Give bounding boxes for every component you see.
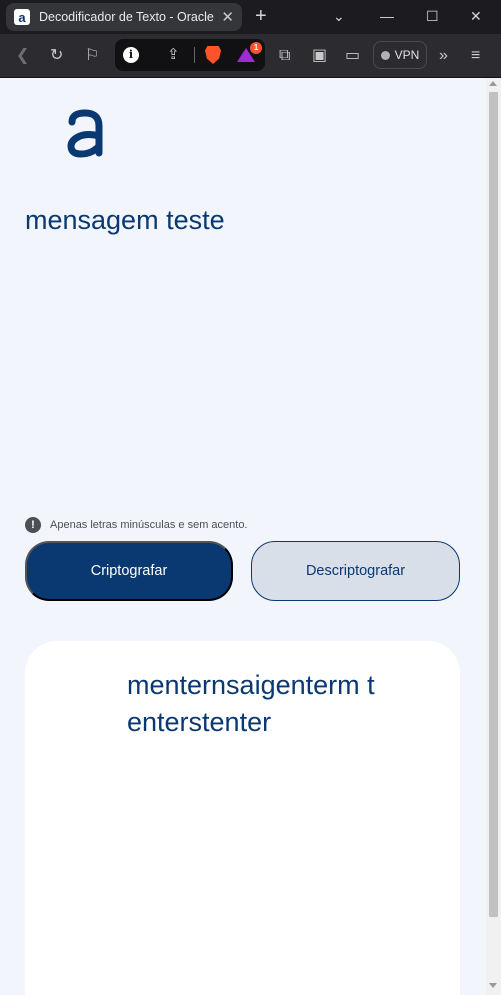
rewards-badge: 1 — [250, 42, 262, 54]
alura-logo-icon — [67, 109, 103, 158]
encrypt-button[interactable]: Criptografar — [25, 541, 233, 601]
new-tab-icon[interactable]: + — [255, 6, 267, 26]
alura-favicon-icon: a — [14, 9, 30, 25]
close-window-icon[interactable]: ✕ — [470, 6, 482, 26]
tab-close-icon[interactable]: ✕ — [221, 8, 234, 26]
reload-icon[interactable]: ↻ — [50, 46, 63, 66]
bookmark-icon[interactable]: ⚐ — [85, 46, 99, 66]
wallet-icon[interactable]: ▭ — [345, 46, 360, 66]
input-hint: ! Apenas letras minúsculas e sem acento. — [25, 517, 248, 533]
scroll-up-icon[interactable] — [489, 81, 497, 86]
tab-title: Decodificador de Texto - Oracle — [39, 10, 214, 24]
tab-search-chevron-icon[interactable]: ⌄ — [333, 6, 345, 26]
brave-shields-icon[interactable] — [205, 46, 221, 64]
exclamation-icon: ! — [25, 517, 41, 533]
scroll-thumb[interactable] — [489, 92, 498, 917]
vpn-status-icon — [380, 50, 390, 60]
maximize-icon[interactable]: ☐ — [426, 6, 439, 26]
output-text: menternsaigenterm tenterstenter — [127, 670, 375, 737]
message-input[interactable]: mensagem teste — [25, 200, 465, 490]
output-panel: menternsaigenterm tenterstenter — [25, 641, 460, 995]
page-scrollbar[interactable] — [486, 78, 501, 995]
browser-titlebar: a Decodificador de Texto - Oracle ✕ + ⌄ … — [0, 0, 501, 34]
decrypt-button[interactable]: Descriptografar — [251, 541, 460, 601]
back-icon[interactable]: ❮ — [16, 46, 29, 66]
minimize-icon[interactable]: — — [380, 6, 394, 26]
share-icon[interactable]: ⇪ — [167, 45, 180, 63]
more-tools-icon[interactable]: » — [439, 46, 448, 66]
menu-icon[interactable]: ≡ — [471, 46, 480, 66]
page-content: mensagem teste ! Apenas letras minúscula… — [0, 78, 486, 995]
vpn-button[interactable]: VPN — [373, 41, 427, 69]
address-bar-divider — [194, 47, 195, 63]
vpn-label: VPN — [394, 48, 420, 62]
hint-text: Apenas letras minúsculas e sem acento. — [50, 519, 248, 531]
scroll-down-icon[interactable] — [489, 983, 497, 988]
site-info-icon[interactable]: i — [123, 47, 139, 63]
sidebar-icon[interactable]: ▣ — [312, 46, 327, 66]
browser-toolbar: ❮ ↻ ⚐ i ⇪ 1 ⧉ ▣ ▭ VPN » ≡ — [0, 34, 501, 78]
browser-tab[interactable]: a Decodificador de Texto - Oracle ✕ — [6, 3, 242, 31]
address-bar[interactable]: i ⇪ 1 — [115, 39, 265, 71]
extensions-icon[interactable]: ⧉ — [279, 46, 290, 66]
